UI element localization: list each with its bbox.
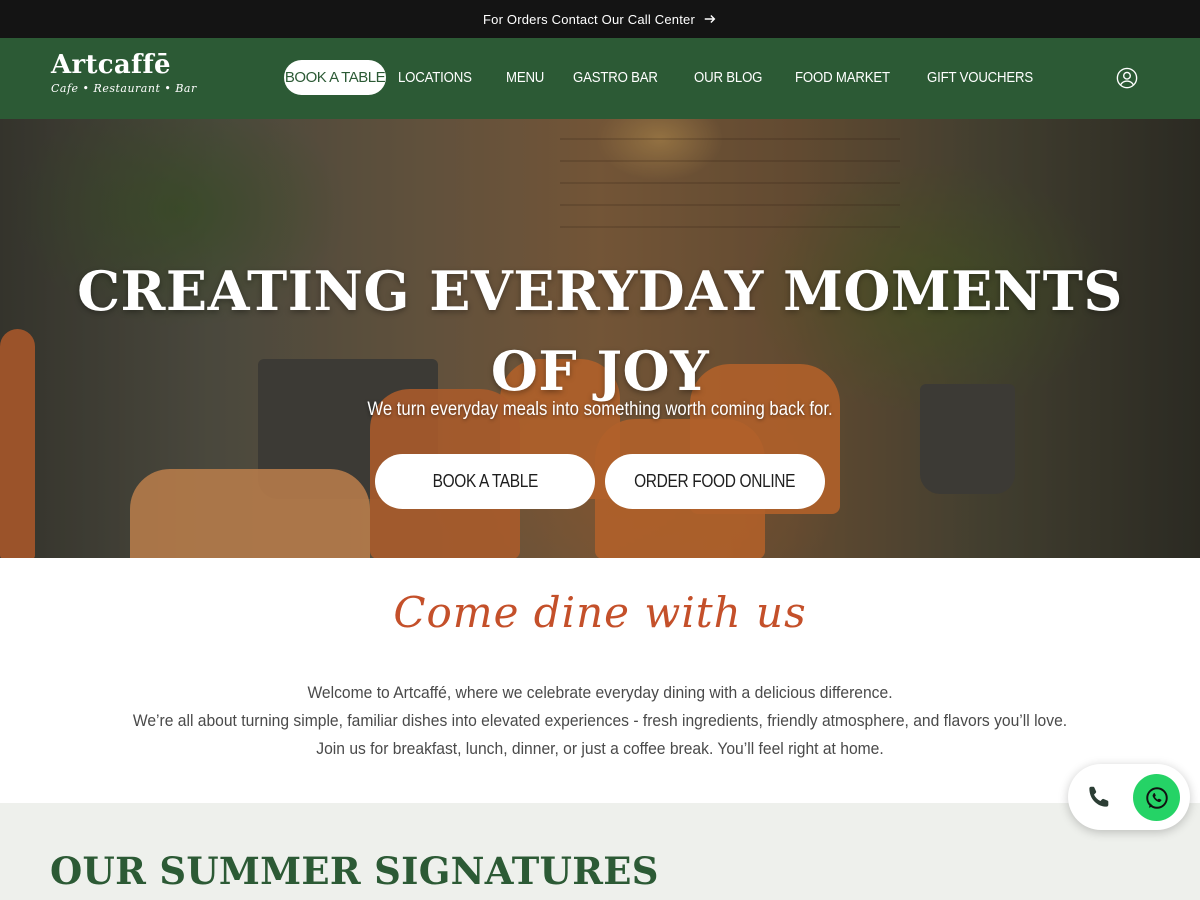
whatsapp-icon	[1145, 786, 1168, 809]
phone-icon[interactable]	[1086, 784, 1112, 810]
hero-book-table-label: BOOK A TABLE	[432, 471, 538, 491]
intro-text: Welcome to Artcaffé, where we celebrate …	[0, 679, 1200, 763]
nav-book-table-button[interactable]: BOOK A TABLE	[284, 60, 386, 95]
announcement-text[interactable]: For Orders Contact Our Call Center	[483, 12, 695, 27]
intro-line: Join us for breakfast, lunch, dinner, or…	[316, 739, 884, 758]
summer-signatures-section: OUR SUMMER SIGNATURES	[0, 803, 1200, 900]
hero-title: CREATING EVERYDAY MOMENTS OF JOY	[77, 259, 1123, 403]
hero-order-online-label: ORDER FOOD ONLINE	[634, 471, 796, 491]
nav-item-our-blog[interactable]: OUR BLOG	[694, 69, 762, 86]
nav-menu: BOOK A TABLE LOCATIONS MENU GASTRO BAR O…	[284, 60, 1071, 95]
arrow-right-icon	[704, 15, 716, 23]
nav-item-food-market[interactable]: FOOD MARKET	[795, 69, 890, 86]
brand-name: Artcaffē	[51, 50, 171, 80]
announcement-bar[interactable]: For Orders Contact Our Call Center	[0, 0, 1200, 38]
hero-banner: CREATING EVERYDAY MOMENTS OF JOY We turn…	[0, 119, 1200, 558]
hero-order-online-button[interactable]: ORDER FOOD ONLINE	[605, 454, 825, 509]
hero-content: CREATING EVERYDAY MOMENTS OF JOY We turn…	[0, 119, 1200, 558]
nav-item-gastro-bar[interactable]: GASTRO BAR	[573, 69, 658, 86]
main-navigation: Artcaffē Cafe • Restaurant • Bar BOOK A …	[0, 38, 1200, 119]
intro-line: Welcome to Artcaffé, where we celebrate …	[307, 683, 893, 702]
user-account-icon[interactable]	[1116, 67, 1138, 89]
brand-logo[interactable]: Artcaffē Cafe • Restaurant • Bar	[51, 51, 197, 95]
section-title: OUR SUMMER SIGNATURES	[50, 849, 659, 893]
hero-book-table-button[interactable]: BOOK A TABLE	[375, 454, 595, 509]
nav-item-locations[interactable]: LOCATIONS	[398, 69, 472, 86]
hero-subtitle: We turn everyday meals into something wo…	[367, 399, 833, 420]
whatsapp-button[interactable]	[1133, 774, 1180, 821]
nav-item-gift-vouchers[interactable]: GIFT VOUCHERS	[927, 69, 1033, 86]
brand-tagline: Cafe • Restaurant • Bar	[51, 82, 197, 95]
nav-item-menu[interactable]: MENU	[506, 69, 544, 86]
intro-section: Come dine with us Welcome to Artcaffé, w…	[0, 558, 1200, 803]
intro-script-heading: Come dine with us	[393, 588, 807, 637]
contact-widget	[1068, 764, 1190, 830]
intro-line: We’re all about turning simple, familiar…	[132, 711, 1068, 730]
